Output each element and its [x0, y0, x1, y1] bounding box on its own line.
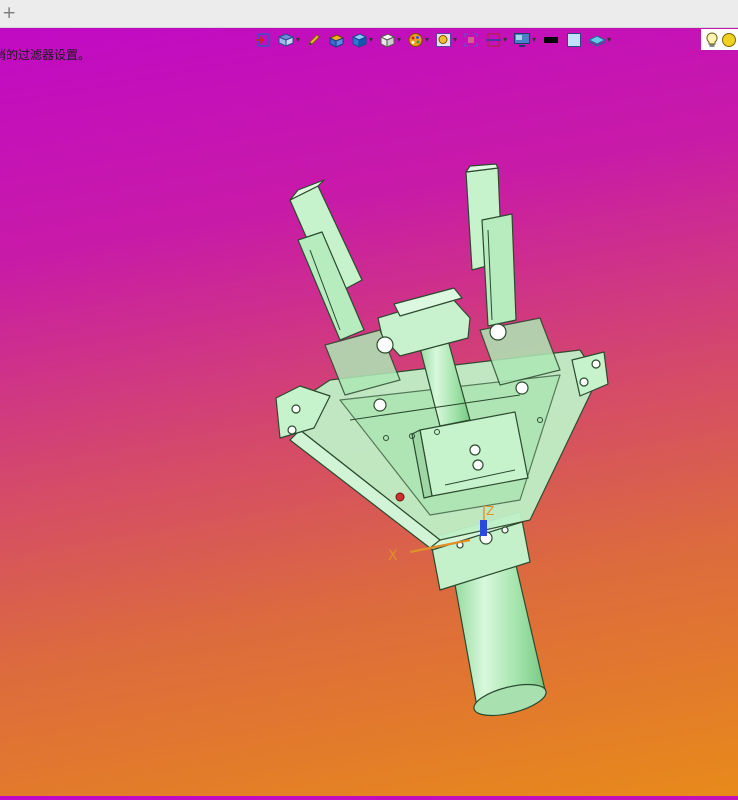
z-axis-label: Z [486, 504, 494, 518]
3d-viewport[interactable]: X Z [0, 0, 738, 796]
x-axis-label: X [388, 548, 398, 564]
gripper-model: X Z [275, 163, 609, 717]
